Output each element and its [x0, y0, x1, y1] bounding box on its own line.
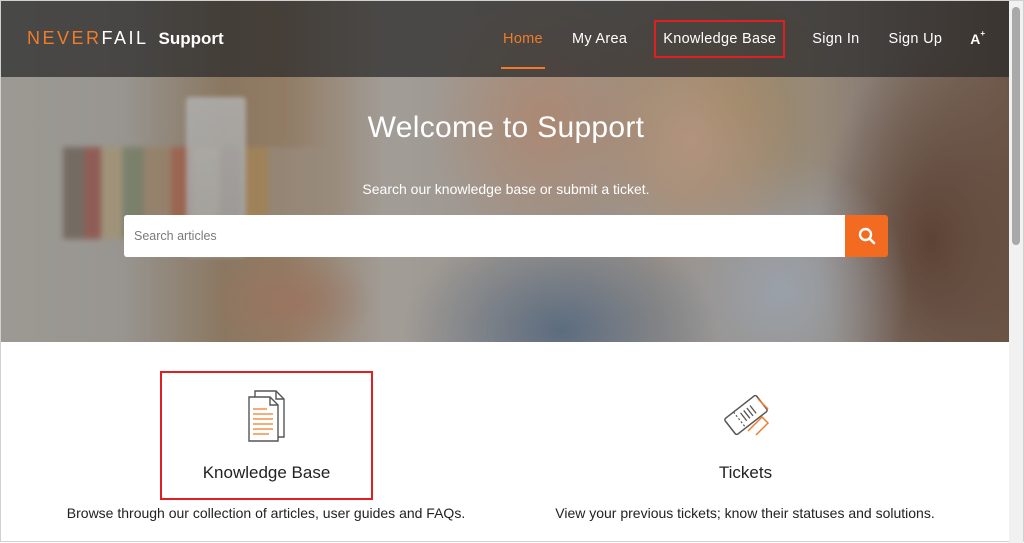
knowledge-base-card-title: Knowledge Base	[202, 463, 331, 482]
documents-icon	[247, 390, 285, 442]
knowledge-base-card-description: Browse through our collection of article…	[66, 505, 466, 521]
hero-banner: NEVERFAIL Support Home My Area Knowledge…	[1, 1, 1011, 342]
nav-home[interactable]: Home	[501, 31, 545, 69]
brand-title: Support	[158, 29, 224, 48]
ticket-icon	[723, 394, 769, 436]
brand[interactable]: NEVERFAIL Support	[27, 28, 224, 49]
tickets-card-description: View your previous tickets; know their s…	[555, 505, 935, 521]
hero-title: Welcome to Support	[367, 111, 645, 144]
knowledge-base-card[interactable]: Knowledge Base	[160, 371, 373, 500]
nav-sign-in[interactable]: Sign In	[812, 31, 859, 47]
nav-my-area[interactable]: My Area	[572, 31, 627, 47]
font-size-icon[interactable]: A+	[970, 29, 985, 47]
main-nav: Home My Area Knowledge Base Sign In Sign…	[474, 1, 985, 77]
search-input[interactable]	[124, 215, 845, 257]
nav-sign-up[interactable]: Sign Up	[889, 31, 943, 47]
neverfail-logo[interactable]: NEVERFAIL	[27, 28, 149, 49]
scrollbar-thumb[interactable]	[1012, 7, 1020, 245]
search-bar	[124, 215, 888, 257]
tickets-card[interactable]: Tickets	[641, 373, 850, 498]
page-scrollbar[interactable]	[1009, 1, 1023, 543]
tickets-card-title: Tickets	[718, 463, 773, 482]
search-button[interactable]	[845, 215, 888, 257]
search-icon	[858, 227, 875, 245]
top-navigation-bar: NEVERFAIL Support Home My Area Knowledge…	[1, 1, 1011, 77]
nav-knowledge-base[interactable]: Knowledge Base	[654, 20, 786, 58]
hero-subtitle: Search our knowledge base or submit a ti…	[362, 181, 650, 197]
